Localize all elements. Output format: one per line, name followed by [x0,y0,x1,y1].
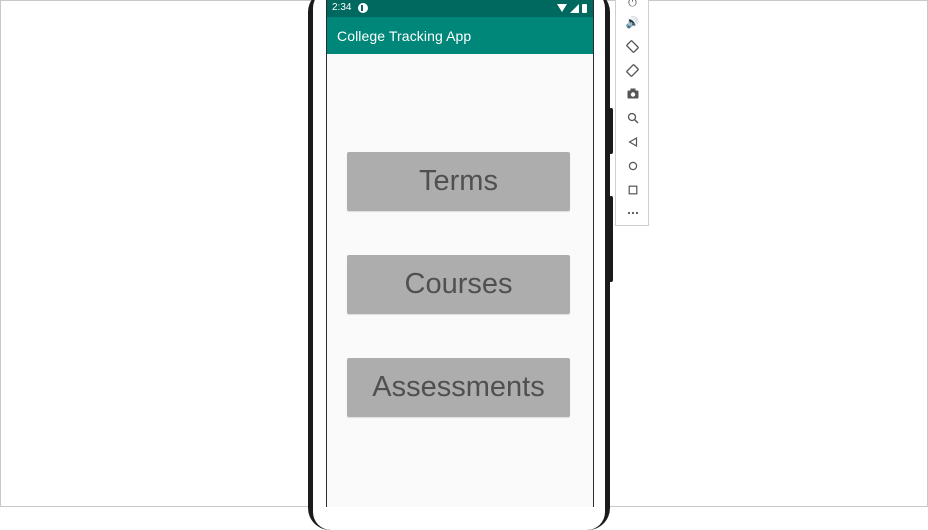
app-bar: College Tracking App [327,17,593,54]
camera-icon[interactable] [623,84,642,103]
wifi-icon [557,4,567,12]
power-icon[interactable]: ⏻ [623,0,642,12]
phone-volume-button [609,108,613,154]
phone-power-button [609,196,613,282]
back-icon[interactable] [623,132,642,151]
terms-button[interactable]: Terms [347,152,570,211]
device-screen: 2:34 College Tracking App Terms Courses … [326,0,594,507]
more-icon[interactable] [623,203,642,222]
assessments-button[interactable]: Assessments [347,358,570,417]
rotate-left-icon[interactable] [623,37,642,56]
app-title: College Tracking App [337,28,472,44]
overview-icon[interactable] [623,180,642,199]
signal-icon [570,3,579,13]
battery-icon [582,3,587,13]
courses-button[interactable]: Courses [347,255,570,314]
emulator-toolbar: ⏻ 🔊 [615,0,649,226]
status-bar: 2:34 [327,0,593,17]
main-content: Terms Courses Assessments [327,54,593,507]
zoom-icon[interactable] [623,108,642,127]
home-icon[interactable] [623,156,642,175]
notification-app-icon [358,3,368,13]
status-time: 2:34 [332,2,352,13]
rotate-right-icon[interactable] [623,61,642,80]
volume-up-icon[interactable]: 🔊 [623,13,642,32]
status-icons [557,3,587,13]
